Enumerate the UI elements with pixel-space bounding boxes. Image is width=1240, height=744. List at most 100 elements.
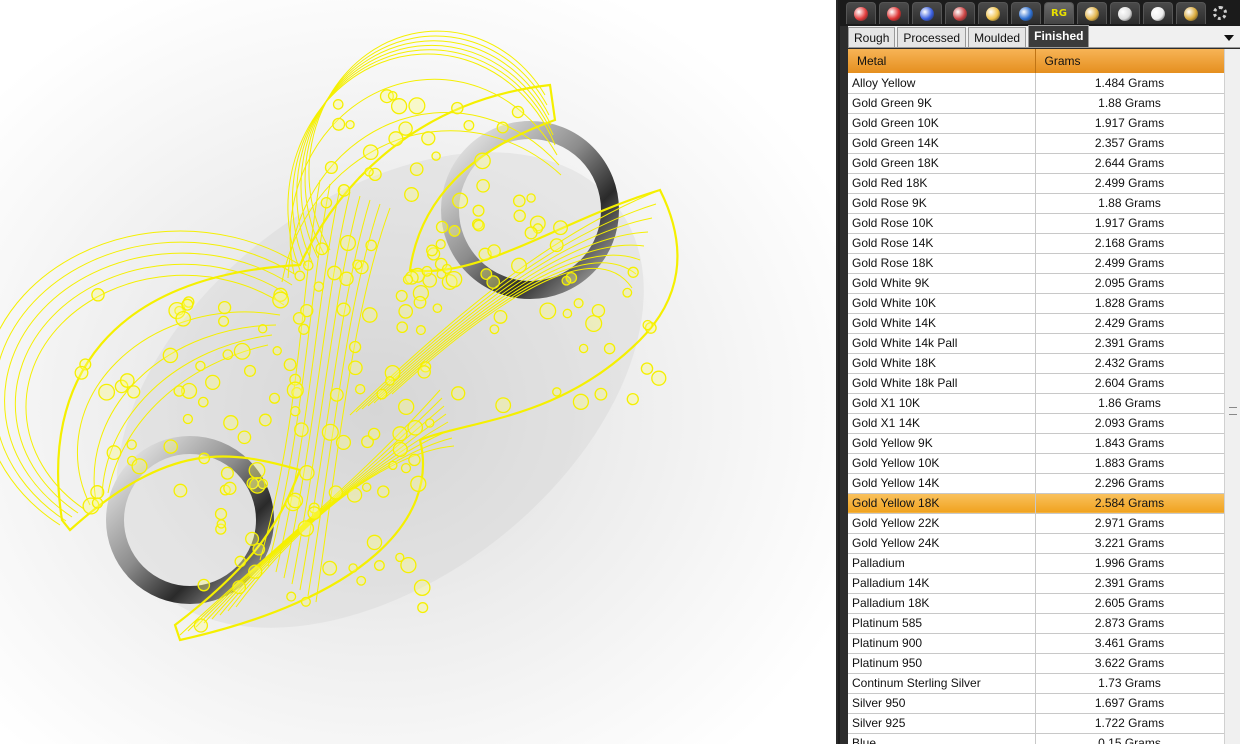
grams-cell[interactable]: 1.88 Grams	[1035, 193, 1225, 214]
metal-name-cell[interactable]: Gold Green 18K	[848, 153, 1036, 174]
table-scrollbar[interactable]	[1224, 49, 1240, 744]
table-row[interactable]: Gold Yellow 22K 2.971 Grams	[848, 513, 1225, 534]
metal-name-cell[interactable]: Gold Yellow 10K	[848, 453, 1036, 474]
grams-cell[interactable]: 2.429 Grams	[1035, 313, 1225, 334]
panel-tab-book-icon[interactable]	[879, 2, 909, 24]
grams-cell[interactable]: 2.296 Grams	[1035, 473, 1225, 494]
metal-name-cell[interactable]: Gold White 9K	[848, 273, 1036, 294]
grams-cell[interactable]: 1.996 Grams	[1035, 553, 1225, 574]
table-row[interactable]: Platinum 585 2.873 Grams	[848, 613, 1225, 634]
metal-name-cell[interactable]: Gold Rose 9K	[848, 193, 1036, 214]
panel-tab-gold-coin-icon[interactable]	[1077, 2, 1107, 24]
metal-name-cell[interactable]: Gold X1 14K	[848, 413, 1036, 434]
panel-tab-sphere-icon[interactable]	[912, 2, 942, 24]
metal-name-cell[interactable]: Gold Green 9K	[848, 93, 1036, 114]
table-row[interactable]: Silver 925 1.722 Grams	[848, 713, 1225, 734]
3d-viewport[interactable]	[0, 0, 838, 744]
grams-cell[interactable]: 2.168 Grams	[1035, 233, 1225, 254]
grams-cell[interactable]: 1.86 Grams	[1035, 393, 1225, 414]
metal-name-cell[interactable]: Gold Yellow 24K	[848, 533, 1036, 554]
metal-name-cell[interactable]: Silver 925	[848, 713, 1036, 734]
tab-rough[interactable]: Rough	[848, 27, 896, 47]
tab-finished[interactable]: Finished	[1028, 25, 1090, 47]
grams-cell[interactable]: 1.484 Grams	[1035, 73, 1225, 94]
metal-name-cell[interactable]: Gold Green 10K	[848, 113, 1036, 134]
grams-cell[interactable]: 1.697 Grams	[1035, 693, 1225, 714]
panel-tab-clock-icon[interactable]	[1110, 2, 1140, 24]
table-row[interactable]: Palladium 14K 2.391 Grams	[848, 573, 1225, 594]
grams-cell[interactable]: 2.604 Grams	[1035, 373, 1225, 394]
table-row[interactable]: Gold White 14k Pall 2.391 Grams	[848, 333, 1225, 354]
table-row[interactable]: Blue 0.15 Grams	[848, 733, 1225, 744]
table-row[interactable]: Gold Rose 18K 2.499 Grams	[848, 253, 1225, 274]
table-row[interactable]: Continum Sterling Silver 1.73 Grams	[848, 673, 1225, 694]
metal-name-cell[interactable]: Gold Yellow 22K	[848, 513, 1036, 534]
scrollbar-grip[interactable]	[1229, 407, 1237, 415]
metal-name-cell[interactable]: Gold Rose 14K	[848, 233, 1036, 254]
metal-name-cell[interactable]: Gold White 14k Pall	[848, 333, 1036, 354]
table-row[interactable]: Gold Red 18K 2.499 Grams	[848, 173, 1225, 194]
table-row[interactable]: Gold Green 9K 1.88 Grams	[848, 93, 1225, 114]
table-row[interactable]: Palladium 1.996 Grams	[848, 553, 1225, 574]
grams-cell[interactable]: 1.843 Grams	[1035, 433, 1225, 454]
metal-name-cell[interactable]: Blue	[848, 733, 1036, 744]
table-row[interactable]: Silver 950 1.697 Grams	[848, 693, 1225, 714]
grams-cell[interactable]: 1.828 Grams	[1035, 293, 1225, 314]
grams-cell[interactable]: 3.461 Grams	[1035, 633, 1225, 654]
metal-name-cell[interactable]: Palladium	[848, 553, 1036, 574]
table-row[interactable]: Gold X1 14K 2.093 Grams	[848, 413, 1225, 434]
table-row[interactable]: Gold Rose 9K 1.88 Grams	[848, 193, 1225, 214]
grams-cell[interactable]: 1.917 Grams	[1035, 113, 1225, 134]
metal-name-cell[interactable]: Platinum 950	[848, 653, 1036, 674]
table-row[interactable]: Gold Yellow 18K 2.584 Grams	[848, 493, 1225, 514]
grams-cell[interactable]: 2.391 Grams	[1035, 333, 1225, 354]
metal-name-cell[interactable]: Gold Red 18K	[848, 173, 1036, 194]
grams-cell[interactable]: 2.605 Grams	[1035, 593, 1225, 614]
panel-tab-monitor-icon[interactable]	[1011, 2, 1041, 24]
chevron-down-icon[interactable]	[1224, 35, 1234, 41]
metal-name-cell[interactable]: Alloy Yellow	[848, 73, 1036, 94]
grams-cell[interactable]: 1.917 Grams	[1035, 213, 1225, 234]
table-row[interactable]: Gold Green 18K 2.644 Grams	[848, 153, 1225, 174]
table-row[interactable]: Gold Rose 10K 1.917 Grams	[848, 213, 1225, 234]
grams-cell[interactable]: 2.357 Grams	[1035, 133, 1225, 154]
metal-name-cell[interactable]: Continum Sterling Silver	[848, 673, 1036, 694]
metal-name-cell[interactable]: Gold Rose 18K	[848, 253, 1036, 274]
metal-name-cell[interactable]: Gold White 14K	[848, 313, 1036, 334]
column-header-metal[interactable]: Metal	[848, 49, 1036, 73]
tab-moulded[interactable]: Moulded	[968, 27, 1027, 47]
table-row[interactable]: Gold Green 10K 1.917 Grams	[848, 113, 1225, 134]
table-row[interactable]: Gold White 18K 2.432 Grams	[848, 353, 1225, 374]
table-row[interactable]: Gold X1 10K 1.86 Grams	[848, 393, 1225, 414]
metal-name-cell[interactable]: Platinum 585	[848, 613, 1036, 634]
grams-cell[interactable]: 2.584 Grams	[1035, 493, 1225, 514]
grams-cell[interactable]: 2.095 Grams	[1035, 273, 1225, 294]
grams-cell[interactable]: 2.873 Grams	[1035, 613, 1225, 634]
metal-name-cell[interactable]: Gold White 18k Pall	[848, 373, 1036, 394]
panel-tab-color-wheel-icon[interactable]	[846, 2, 876, 24]
table-row[interactable]: Gold Yellow 14K 2.296 Grams	[848, 473, 1225, 494]
metal-name-cell[interactable]: Gold Rose 10K	[848, 213, 1036, 234]
metal-name-cell[interactable]: Gold Yellow 9K	[848, 433, 1036, 454]
grams-cell[interactable]: 0.15 Grams	[1035, 733, 1225, 744]
metal-name-cell[interactable]: Palladium 18K	[848, 593, 1036, 614]
grams-cell[interactable]: 1.73 Grams	[1035, 673, 1225, 694]
panel-tab-tooth-icon[interactable]	[1143, 2, 1173, 24]
table-row[interactable]: Palladium 18K 2.605 Grams	[848, 593, 1225, 614]
grams-cell[interactable]: 1.88 Grams	[1035, 93, 1225, 114]
panel-tab-brush-icon[interactable]	[945, 2, 975, 24]
grams-cell[interactable]: 2.391 Grams	[1035, 573, 1225, 594]
grams-cell[interactable]: 3.622 Grams	[1035, 653, 1225, 674]
grams-cell[interactable]: 3.221 Grams	[1035, 533, 1225, 554]
table-row[interactable]: Gold Green 14K 2.357 Grams	[848, 133, 1225, 154]
metal-name-cell[interactable]: Gold White 10K	[848, 293, 1036, 314]
metal-name-cell[interactable]: Gold X1 10K	[848, 393, 1036, 414]
table-row[interactable]: Platinum 900 3.461 Grams	[848, 633, 1225, 654]
grams-cell[interactable]: 2.499 Grams	[1035, 173, 1225, 194]
metal-name-cell[interactable]: Gold Yellow 18K	[848, 493, 1036, 514]
metal-name-cell[interactable]: Gold White 18K	[848, 353, 1036, 374]
grams-cell[interactable]: 2.093 Grams	[1035, 413, 1225, 434]
table-row[interactable]: Gold Yellow 24K 3.221 Grams	[848, 533, 1225, 554]
table-row[interactable]: Gold White 14K 2.429 Grams	[848, 313, 1225, 334]
metal-name-cell[interactable]: Palladium 14K	[848, 573, 1036, 594]
